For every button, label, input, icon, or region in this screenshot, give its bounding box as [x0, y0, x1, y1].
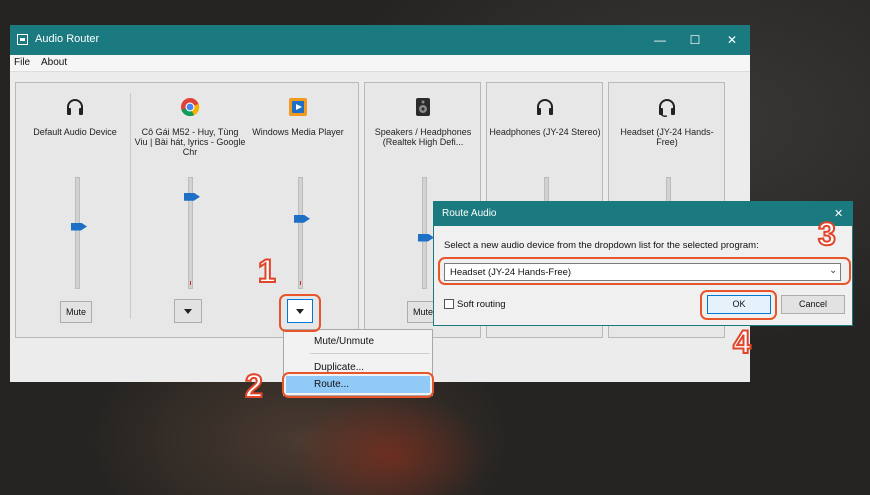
- volume-slider-thumb[interactable]: [418, 233, 434, 242]
- menu-separator: [310, 353, 430, 354]
- volume-slider-track[interactable]: [75, 177, 80, 289]
- speaker-icon: [416, 98, 430, 116]
- media-player-icon: [289, 98, 307, 116]
- highlight-ok-button: [700, 290, 777, 320]
- headphones-icon: [537, 99, 553, 115]
- program-label: Cô Gái M52 - Huy, Tùng Viu | Bài hát, ly…: [134, 127, 246, 157]
- highlight-route-item: [282, 372, 434, 398]
- volume-slider-thumb[interactable]: [294, 214, 310, 223]
- menu-bar: File About: [10, 55, 750, 72]
- step-1-label: 1: [257, 253, 277, 289]
- peak-marker: [300, 281, 301, 285]
- dialog-title: Route Audio: [442, 208, 497, 219]
- soft-routing-label: Soft routing: [457, 299, 506, 310]
- highlight-dropdown-button: [279, 294, 321, 332]
- device-label: Headphones (JY-24 Stereo): [489, 127, 601, 137]
- step-2-label: 2: [244, 368, 264, 404]
- mute-button[interactable]: Mute: [60, 301, 92, 323]
- volume-slider-track[interactable]: [298, 177, 303, 289]
- cancel-button[interactable]: Cancel: [781, 295, 845, 314]
- chevron-down-icon: [184, 309, 192, 314]
- dialog-instruction: Select a new audio device from the dropd…: [444, 240, 759, 251]
- volume-slider-thumb[interactable]: [184, 192, 200, 201]
- highlight-device-select: [438, 257, 851, 285]
- program-google-chrome: Cô Gái M52 - Huy, Tùng Viu | Bài hát, ly…: [134, 83, 246, 333]
- soft-routing-checkbox[interactable]: [444, 299, 454, 309]
- options-dropdown-button[interactable]: [174, 299, 202, 323]
- app-icon: [17, 34, 28, 45]
- chrome-icon: [181, 98, 200, 117]
- peak-marker: [190, 281, 191, 285]
- volume-slider-thumb[interactable]: [71, 222, 87, 231]
- volume-slider-track[interactable]: [422, 177, 427, 289]
- menu-about[interactable]: About: [41, 57, 67, 68]
- menu-item-mute-unmute[interactable]: Mute/Unmute: [314, 336, 374, 347]
- dialog-title-bar[interactable]: Route Audio ✕: [434, 202, 852, 226]
- close-button[interactable]: ✕: [710, 25, 754, 55]
- step-4-label: 4: [732, 324, 752, 360]
- title-bar[interactable]: Audio Router — ☐ ✕: [10, 25, 750, 55]
- headphones-icon: [67, 99, 83, 115]
- device-label: Speakers / Headphones (Realtek High Defi…: [374, 127, 472, 147]
- menu-file[interactable]: File: [14, 57, 30, 68]
- device-label: Default Audio Device: [33, 127, 117, 137]
- device-label: Headset (JY-24 Hands-Free): [620, 127, 714, 147]
- step-3-label: 3: [817, 216, 837, 252]
- device-default-audio: Default Audio Device Mute: [19, 83, 131, 333]
- headset-icon: [659, 99, 675, 117]
- program-label: Windows Media Player: [252, 127, 344, 137]
- window-title: Audio Router: [35, 33, 100, 45]
